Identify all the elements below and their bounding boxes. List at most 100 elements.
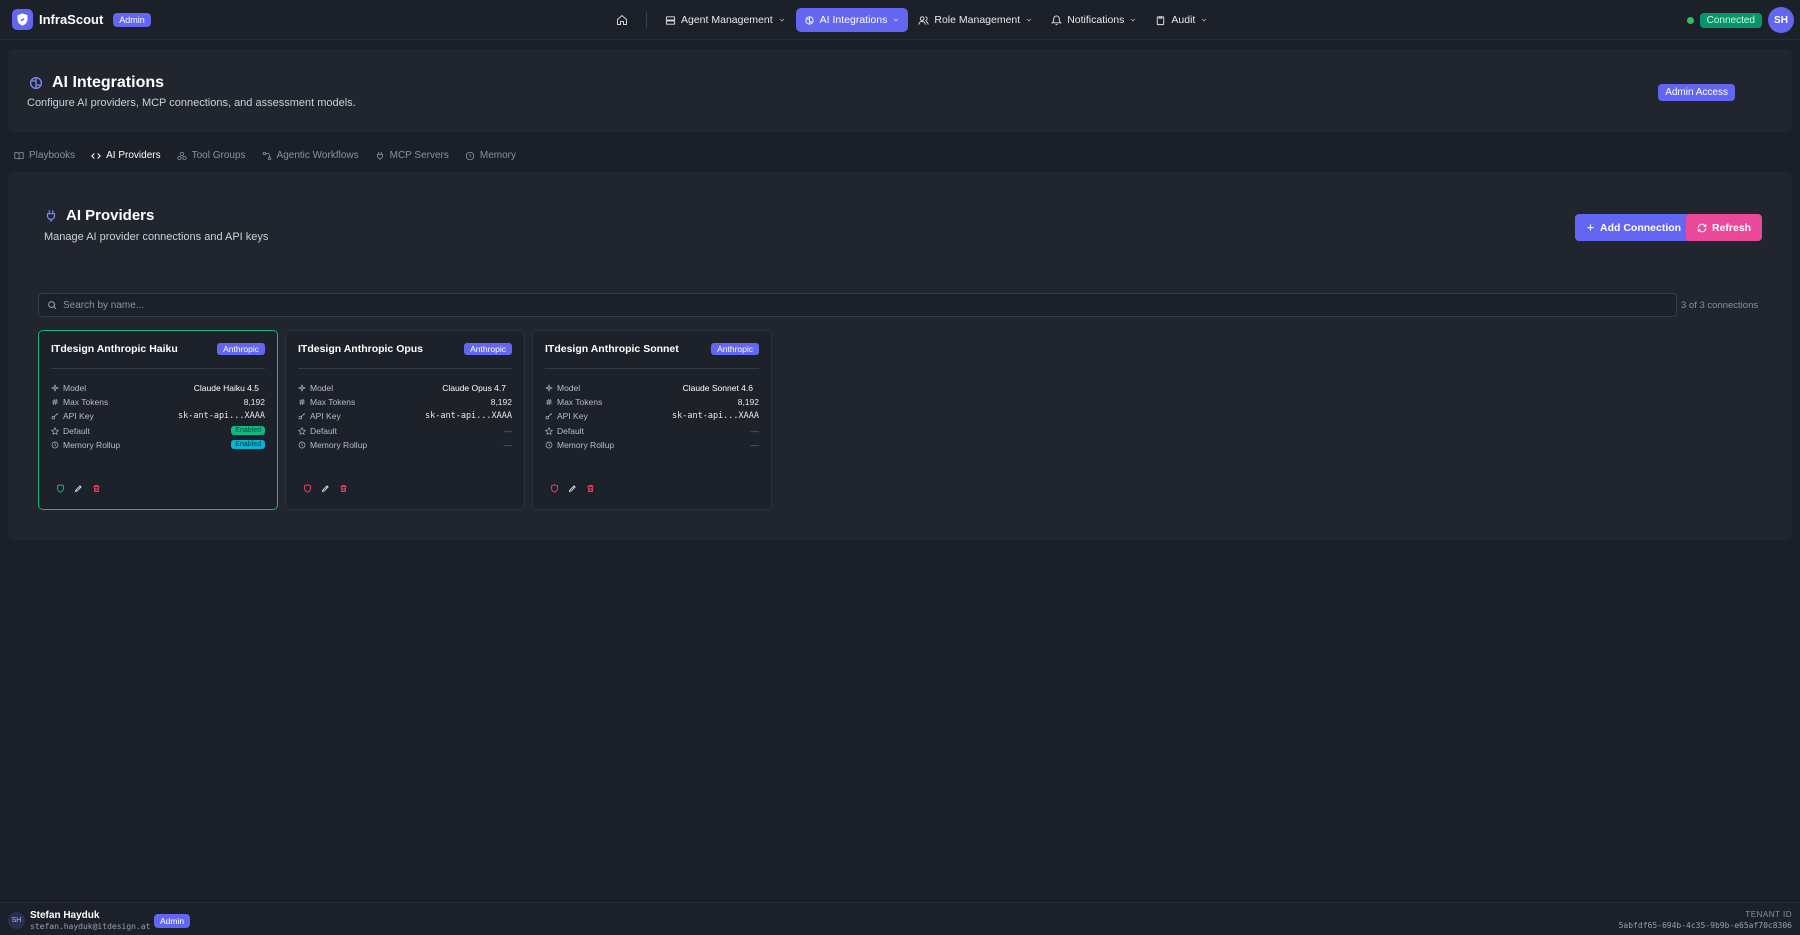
section-title: AI Providers <box>44 207 154 224</box>
home-button[interactable] <box>610 8 634 32</box>
brand[interactable]: InfraScout Admin <box>12 9 151 30</box>
row-label-text: API Key <box>63 411 94 422</box>
nav-audit[interactable]: Audit <box>1147 8 1216 32</box>
tab-agentic-workflows[interactable]: Agentic Workflows <box>262 150 359 161</box>
refresh-button[interactable]: Refresh <box>1686 214 1763 241</box>
tenant-label: TENANT ID <box>1745 910 1792 919</box>
tab-label: MCP Servers <box>389 150 449 161</box>
memory-icon <box>51 441 59 449</box>
chevron-down-icon <box>1026 18 1032 22</box>
nav-notifications[interactable]: Notifications <box>1043 8 1145 32</box>
delete-button[interactable] <box>91 483 101 493</box>
row-model: Model Claude Haiku 4.5 <box>51 381 265 395</box>
status-dot-icon <box>1686 17 1694 24</box>
provider-card[interactable]: ITdesign Anthropic Sonnet Anthropic Mode… <box>532 330 772 510</box>
tab-mcp-servers[interactable]: MCP Servers <box>375 150 449 161</box>
chevron-down-icon <box>1202 18 1207 22</box>
row-label-text: Memory Rollup <box>63 439 121 450</box>
memory-icon <box>465 151 475 160</box>
row-model: Model Claude Opus 4.7 <box>298 381 512 395</box>
card-actions <box>549 483 595 493</box>
server-icon <box>665 15 676 25</box>
user-avatar[interactable]: SH <box>1768 7 1794 33</box>
pencil-icon <box>321 484 329 492</box>
card-divider <box>51 368 265 369</box>
row-api-key: API Key sk-ant-api...XAAA <box>545 409 759 423</box>
nav-label: Audit <box>1171 14 1196 26</box>
default-enabled-badge: Enabled <box>231 426 265 436</box>
key-icon <box>545 413 552 420</box>
delete-button[interactable] <box>585 483 595 493</box>
edit-button[interactable] <box>567 483 577 493</box>
tab-ai-providers[interactable]: AI Providers <box>91 150 161 161</box>
pencil-icon <box>74 484 82 492</box>
row-label-text: API Key <box>310 411 341 422</box>
workflow-icon <box>262 151 271 160</box>
trash-icon <box>587 484 593 492</box>
nav-ai-integrations[interactable]: AI Integrations <box>795 8 909 32</box>
nav-label: Notifications <box>1067 14 1125 26</box>
test-connection-button[interactable] <box>302 483 312 493</box>
edit-button[interactable] <box>73 483 83 493</box>
nav-role-management[interactable]: Role Management <box>910 8 1041 32</box>
shield-icon <box>550 483 558 493</box>
footer-bar: SH Stefan Hayduk stefan.hayduk@itdesign.… <box>0 902 1800 935</box>
row-label-text: Model <box>63 383 87 394</box>
row-label-text: Max Tokens <box>557 397 603 408</box>
section-title-text: AI Providers <box>66 207 155 224</box>
max-tokens-value: 8,192 <box>737 397 759 408</box>
tab-playbooks[interactable]: Playbooks <box>14 150 75 161</box>
tab-tool-groups[interactable]: Tool Groups <box>177 150 246 161</box>
card-actions <box>55 483 101 493</box>
default-value: — <box>750 425 760 436</box>
status-badge: Connected <box>1699 13 1762 28</box>
ai-providers-panel: AI Providers Manage AI provider connecti… <box>8 172 1792 540</box>
nav-label: Role Management <box>934 14 1021 26</box>
admin-access-badge: Admin Access <box>1658 84 1735 101</box>
book-icon <box>14 151 24 159</box>
row-label-text: Model <box>310 383 334 394</box>
shield-check-icon <box>56 483 64 493</box>
main-nav: Agent Management AI Integrations Role Ma… <box>610 8 1218 32</box>
max-tokens-value: 8,192 <box>243 397 265 408</box>
top-navigation-bar: InfraScout Admin Agent Management AI Int… <box>0 0 1800 40</box>
max-tokens-value: 8,192 <box>490 397 512 408</box>
test-connection-button[interactable] <box>549 483 559 493</box>
delete-button[interactable] <box>338 483 348 493</box>
row-default: Default — <box>298 424 512 438</box>
row-max-tokens: Max Tokens 8,192 <box>51 395 265 409</box>
edit-button[interactable] <box>320 483 330 493</box>
test-connection-button[interactable] <box>55 483 65 493</box>
row-default: Default — <box>545 424 759 438</box>
trash-icon <box>340 484 346 492</box>
api-key-value: sk-ant-api...XAAA <box>672 411 759 422</box>
row-default: Default Enabled <box>51 424 265 438</box>
footer-avatar[interactable]: SH <box>8 912 25 929</box>
memory-rollup-enabled-badge: Enabled <box>231 440 265 450</box>
provider-card[interactable]: ITdesign Anthropic Opus Anthropic Model … <box>285 330 525 510</box>
trash-icon <box>93 484 99 492</box>
card-details: Model Claude Opus 4.7 Max Tokens 8,192 A… <box>298 381 512 452</box>
pencil-icon <box>568 484 576 492</box>
ai-integrations-icon <box>30 77 42 89</box>
search-input[interactable] <box>63 299 1663 311</box>
provider-badge: Anthropic <box>711 343 759 355</box>
card-divider <box>545 368 759 369</box>
star-icon <box>298 426 306 435</box>
bell-icon <box>1051 15 1063 25</box>
card-header: ITdesign Anthropic Opus Anthropic <box>298 343 512 355</box>
card-name: ITdesign Anthropic Sonnet <box>545 343 679 355</box>
key-icon <box>298 413 305 420</box>
tab-memory[interactable]: Memory <box>465 150 516 161</box>
plug-icon <box>376 151 383 160</box>
code-icon <box>91 152 102 159</box>
search-icon <box>48 301 57 310</box>
add-connection-button[interactable]: Add Connection <box>1575 214 1693 241</box>
nav-agent-management[interactable]: Agent Management <box>657 8 794 32</box>
memory-icon <box>298 441 306 449</box>
tab-label: Memory <box>479 150 517 161</box>
card-header: ITdesign Anthropic Sonnet Anthropic <box>545 343 759 355</box>
provider-card[interactable]: ITdesign Anthropic Haiku Anthropic Model… <box>38 330 278 510</box>
refresh-icon <box>1697 223 1707 232</box>
memory-rollup-value: — <box>750 439 760 450</box>
